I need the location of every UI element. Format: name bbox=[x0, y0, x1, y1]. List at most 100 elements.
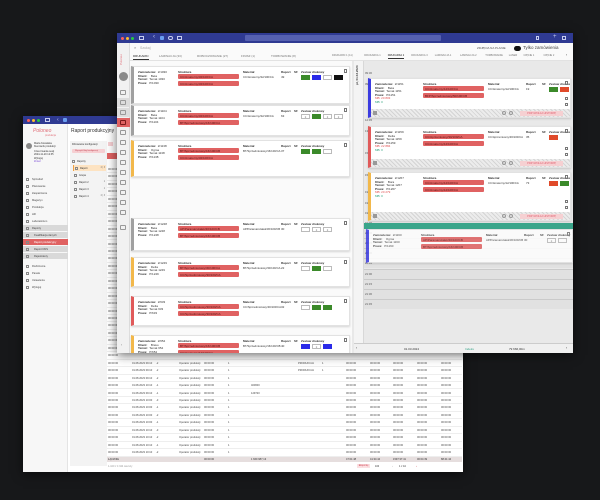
print-set-button-white[interactable] bbox=[301, 265, 310, 271]
lock-icon[interactable] bbox=[565, 153, 568, 156]
tab-cięcie-1[interactable]: CIĘCIE 1 bbox=[524, 54, 535, 58]
sidebar-toggle-icon[interactable] bbox=[139, 36, 144, 40]
next-page-button[interactable]: › bbox=[416, 464, 417, 468]
tree-item[interactable]: Raport 3 1 bbox=[73, 186, 106, 192]
print-set-button-white[interactable] bbox=[323, 265, 332, 271]
minimize-button[interactable] bbox=[32, 118, 35, 122]
prev-page-button[interactable]: ‹ bbox=[392, 464, 393, 468]
menu-item-ustawienia[interactable]: Ustawienia bbox=[23, 277, 68, 283]
order-card[interactable]: Zamówienie: 2/1030 Klient: Beta Temat: Temat … bbox=[131, 66, 350, 104]
print-set-button-x[interactable]: × bbox=[323, 226, 332, 232]
table-row[interactable]: 00:00:00 01.08.2023 10:10 -2 Operator produ… bbox=[107, 449, 462, 457]
back-icon[interactable]: ‹ bbox=[153, 34, 155, 40]
time-slot[interactable] bbox=[364, 279, 573, 289]
order-card[interactable]: Zamówienie: 2/654 Klient: Bravo Temat: Temat … bbox=[131, 335, 350, 353]
order-card[interactable]: Zamówienie: 2/1138 Klient: Ogma Temat: Temat … bbox=[131, 140, 350, 177]
prev-day-button[interactable]: ‹ bbox=[356, 346, 357, 351]
tab-cięcie-2[interactable]: CIĘCIE 2 bbox=[544, 54, 555, 58]
more-tabs-button[interactable]: › bbox=[566, 53, 567, 57]
print-set-button-green[interactable] bbox=[301, 74, 310, 80]
mail-icon[interactable] bbox=[177, 36, 182, 40]
tree-item[interactable]: Raport 4 2 | 3 bbox=[73, 193, 106, 199]
share-icon[interactable] bbox=[536, 36, 539, 40]
tab-roboczowanie[interactable]: ROBOCZOWANIE (27) bbox=[197, 54, 228, 59]
print-set-button-black[interactable] bbox=[334, 74, 343, 80]
order-card[interactable]: Zamówienie: 2/1248 Klient: Beta Temat: Temat … bbox=[131, 218, 350, 251]
menu-item-produkcja[interactable]: Produkcja bbox=[23, 204, 68, 210]
tab-laser[interactable]: LASER bbox=[509, 54, 518, 58]
tabs-overview-icon[interactable] bbox=[562, 36, 566, 40]
table-row[interactable]: 00:00:00 01.08.2023 10:00 -1 Operator produ… bbox=[107, 419, 462, 427]
home-nav-button[interactable] bbox=[117, 128, 130, 137]
delete-icon[interactable] bbox=[567, 232, 570, 236]
menu-item-magazyn[interactable]: Magazyn bbox=[23, 197, 68, 203]
avatar[interactable] bbox=[26, 143, 32, 149]
print-set-button-white[interactable] bbox=[301, 304, 310, 310]
print-set-button-x[interactable]: × bbox=[312, 343, 321, 349]
tab-drukarka-2[interactable]: DRUKARKA 2 bbox=[387, 54, 405, 59]
print-set-button-green[interactable] bbox=[301, 148, 310, 154]
table-row[interactable]: 00:00:00 01.08.2023 09:10 -2 Operator produ… bbox=[107, 360, 462, 368]
restore-history-button[interactable]: PRZYWOŁAJ HISTORIĘ bbox=[520, 213, 563, 219]
zoom-out-button[interactable] bbox=[502, 111, 506, 115]
order-card[interactable]: Zamówienie: 2/1267 Klient: Bora Temat: Temat … bbox=[368, 172, 571, 221]
print-set-button-green[interactable] bbox=[312, 304, 321, 310]
tab-laminacja-1[interactable]: LAMINACJA 1 bbox=[435, 54, 452, 58]
back-icon[interactable]: ‹ bbox=[57, 117, 59, 123]
order-card[interactable]: Zamówienie: 2/633 Klient: Delta Temat: Temat … bbox=[131, 296, 350, 326]
avatar[interactable] bbox=[119, 72, 128, 81]
print-set-button-white[interactable] bbox=[558, 237, 567, 243]
minimize-button[interactable] bbox=[126, 36, 129, 40]
address-bar[interactable] bbox=[245, 35, 441, 41]
restore-history-button[interactable]: PRZYWOŁAJ HISTORIĘ bbox=[520, 160, 563, 166]
print-set-button-white[interactable] bbox=[323, 74, 332, 80]
menu-item-rejestratory[interactable]: Rejestratory bbox=[23, 253, 68, 259]
menu-item-raport-produkcyjny[interactable]: Raport produkcyjny bbox=[23, 239, 68, 245]
print-set-button-x[interactable]: × bbox=[312, 226, 321, 232]
archive-nav-button[interactable] bbox=[117, 138, 130, 147]
order-card[interactable]: Zamówienie: 2/1159 Klient: Delta Temat: Temat… bbox=[368, 126, 571, 168]
copy-icon[interactable] bbox=[565, 147, 568, 150]
table-row[interactable]: 00:00:00 01.08.2023 10:10 -2 Operator produ… bbox=[107, 434, 462, 442]
print-set-button-green[interactable] bbox=[312, 265, 321, 271]
tree-item[interactable]: Raport 2 1 bbox=[73, 179, 106, 185]
photos-toggle[interactable]: ZDJĘCIA NA PLANIE bbox=[477, 47, 506, 50]
menu-item-kwalifikacja-danych[interactable]: Kwalifikacja danych bbox=[23, 232, 68, 238]
menu-item-rozliczenia[interactable]: Rozliczenia bbox=[23, 263, 68, 269]
tools-nav-button[interactable] bbox=[117, 158, 130, 167]
clear-filters-button[interactable]: Wyczyść filtry konfiguracji bbox=[72, 149, 105, 153]
print-set-button-blue[interactable] bbox=[323, 343, 332, 349]
expand-button[interactable] bbox=[373, 214, 377, 218]
print-set-button-x[interactable]: × bbox=[547, 237, 556, 243]
search-input[interactable]: Szukaj bbox=[140, 46, 151, 51]
menu-item-hr[interactable]: HR bbox=[23, 211, 68, 217]
expand-button[interactable] bbox=[373, 161, 377, 165]
print-set-button-red[interactable] bbox=[549, 134, 558, 140]
menu-item-zaopatrzenie[interactable]: Zaopatrzenie bbox=[23, 190, 68, 196]
box-nav-button[interactable] bbox=[117, 98, 130, 107]
print-set-button-x[interactable]: × bbox=[334, 113, 343, 119]
table-row[interactable]: 00:00:00 01.08.2023 10:10 -1 Operator produ… bbox=[107, 442, 462, 450]
print-set-button-blue[interactable] bbox=[312, 74, 321, 80]
table-row[interactable]: 00:00:00 01.08.2023 09:10 -1 Operator produ… bbox=[107, 390, 462, 397]
cloud-icon[interactable] bbox=[168, 36, 173, 40]
menu-item-panele[interactable]: Panele bbox=[23, 270, 68, 276]
table-row[interactable]: 00:00:00 01.08.2023 10:10 -1 Operator produ… bbox=[107, 382, 462, 390]
tree-item[interactable]: Grupa bbox=[73, 172, 106, 178]
zoom-in-button[interactable] bbox=[509, 111, 513, 115]
table-row[interactable]: 00:00:00 01.08.2023 09:10 -2 Operator produ… bbox=[107, 367, 462, 375]
tab-laminacja[interactable]: LAMINACJA (33) bbox=[159, 54, 182, 59]
zoom-out-button[interactable] bbox=[502, 214, 506, 218]
delete-icon[interactable] bbox=[344, 108, 347, 112]
restore-history-button[interactable]: PRZYWOŁAJ HISTORIĘ bbox=[520, 110, 563, 116]
copy-icon[interactable] bbox=[565, 200, 568, 203]
tab-finisz[interactable]: FINISZ (1) bbox=[241, 54, 255, 59]
close-button[interactable] bbox=[27, 118, 30, 122]
print-set-button-red[interactable] bbox=[560, 86, 569, 92]
order-card[interactable]: Zamówienie: 2/1104 Klient: Beta Temat: Temat … bbox=[131, 105, 350, 136]
delete-icon[interactable] bbox=[565, 81, 568, 85]
planner-nav-button[interactable] bbox=[117, 118, 130, 127]
menu-item-raporty[interactable]: Raporty bbox=[23, 225, 68, 231]
tab-laminacja-2[interactable]: LAMINACJA 2 bbox=[460, 54, 477, 58]
document-nav-button[interactable] bbox=[117, 178, 130, 187]
